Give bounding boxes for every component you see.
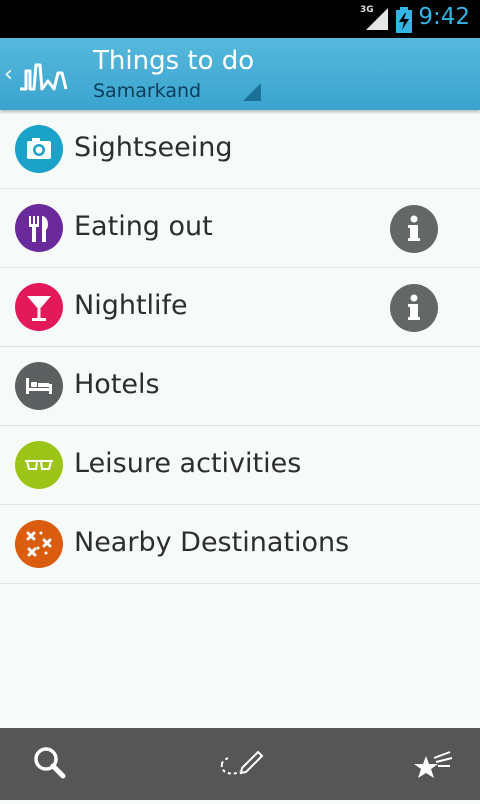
chevron-left-icon[interactable]: ‹ bbox=[4, 62, 13, 87]
cocktail-glass-icon bbox=[15, 283, 63, 331]
list-item-nearby-destinations[interactable]: Nearby Destinations bbox=[0, 505, 480, 584]
bottom-bar bbox=[0, 728, 480, 800]
status-bar: 3G 9:42 bbox=[0, 0, 480, 38]
info-icon[interactable] bbox=[390, 205, 438, 253]
list-item-label: Leisure activities bbox=[74, 448, 302, 479]
list-item-label: Nearby Destinations bbox=[74, 527, 350, 558]
search-icon bbox=[34, 747, 66, 779]
list-item-eating-out[interactable]: Eating out bbox=[0, 189, 480, 268]
city-skyline-logo[interactable] bbox=[18, 57, 70, 91]
camera-icon bbox=[15, 125, 63, 173]
bed-icon bbox=[15, 362, 63, 410]
sunglasses-icon bbox=[15, 441, 63, 489]
list-item-sightseeing[interactable]: Sightseeing bbox=[0, 110, 480, 189]
category-list: Sightseeing Eating out Nightlife Hotels … bbox=[0, 110, 480, 584]
action-bar: ‹ Things to do Samarkand bbox=[0, 38, 480, 110]
battery-charging-icon bbox=[396, 7, 412, 33]
clock: 9:42 bbox=[418, 4, 470, 30]
page-title: Things to do bbox=[93, 46, 255, 76]
list-item-label: Eating out bbox=[74, 211, 213, 242]
list-item-label: Sightseeing bbox=[74, 132, 233, 163]
route-button[interactable] bbox=[200, 728, 280, 800]
list-item-label: Nightlife bbox=[74, 290, 188, 321]
list-item-hotels[interactable]: Hotels bbox=[0, 347, 480, 426]
starred-icon bbox=[414, 751, 453, 778]
map-route-icon bbox=[15, 520, 63, 568]
route-pen-icon bbox=[220, 750, 264, 775]
fork-knife-icon bbox=[15, 204, 63, 252]
signal-icon bbox=[366, 8, 388, 30]
favorites-button[interactable] bbox=[394, 728, 474, 800]
list-item-leisure-activities[interactable]: Leisure activities bbox=[0, 426, 480, 505]
search-button[interactable] bbox=[8, 728, 88, 800]
city-spinner[interactable]: Samarkand bbox=[93, 80, 201, 102]
info-icon[interactable] bbox=[390, 284, 438, 332]
list-item-nightlife[interactable]: Nightlife bbox=[0, 268, 480, 347]
list-item-label: Hotels bbox=[74, 369, 160, 400]
spinner-corner-icon bbox=[243, 83, 261, 101]
